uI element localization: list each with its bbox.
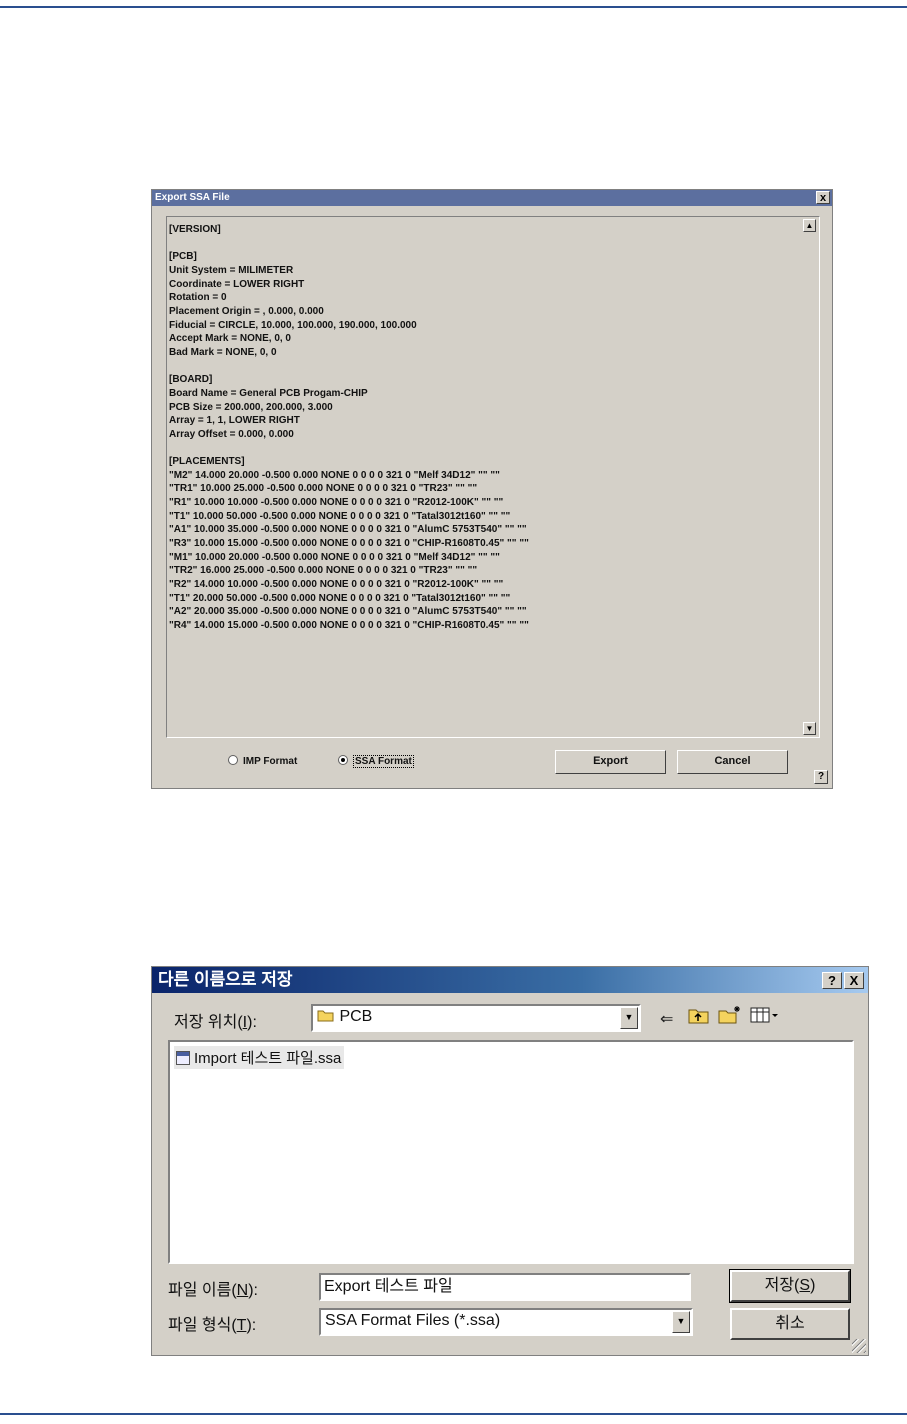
help-button[interactable]: ? [822, 972, 842, 989]
dialog-title: Export SSA File [155, 192, 230, 203]
dialog-title-bar: 다른 이름으로 저장 ? X [152, 967, 868, 993]
export-ssa-dialog: Export SSA File x [VERSION] [PCB] Unit S… [151, 189, 833, 789]
view-menu-icon[interactable] [750, 1005, 780, 1030]
back-arrow-icon[interactable]: ⇐ [660, 1009, 673, 1029]
imp-format-radio[interactable]: IMP Format [228, 755, 297, 767]
ssa-format-radio[interactable]: SSA Format [338, 755, 414, 768]
vertical-scrollbar[interactable]: ▲ ▼ [803, 219, 817, 735]
chevron-down-icon[interactable]: ▼ [620, 1007, 638, 1029]
file-list[interactable]: Import 테스트 파일.ssa [168, 1040, 854, 1264]
close-button[interactable]: X [844, 972, 864, 989]
header-rule [0, 6, 907, 8]
footer-rule [0, 1413, 907, 1415]
filetype-select[interactable]: SSA Format Files (*.ssa) ▼ [319, 1308, 693, 1336]
ssa-preview-textarea[interactable]: [VERSION] [PCB] Unit System = MILIMETER … [166, 216, 820, 738]
up-folder-icon[interactable] [688, 1005, 710, 1030]
file-item[interactable]: Import 테스트 파일.ssa [174, 1046, 345, 1069]
cancel-button[interactable]: Cancel [677, 750, 788, 774]
chevron-down-icon[interactable]: ▼ [672, 1311, 690, 1333]
close-button[interactable]: x [816, 191, 830, 204]
radio-circle-icon [228, 755, 238, 765]
dialog-title: 다른 이름으로 저장 [158, 970, 293, 989]
ssa-file-content: [VERSION] [PCB] Unit System = MILIMETER … [169, 224, 529, 632]
save-as-dialog: 다른 이름으로 저장 ? X 저장 위치(I): PCB ▼ ⇐ Import … [151, 966, 869, 1356]
save-button[interactable]: 저장(S) [729, 1269, 851, 1303]
scroll-up-button[interactable]: ▲ [803, 219, 816, 232]
save-location-select[interactable]: PCB ▼ [311, 1004, 641, 1032]
location-value: PCB [317, 1008, 372, 1026]
file-name: Import 테스트 파일.ssa [194, 1050, 342, 1067]
folder-icon [317, 1010, 334, 1022]
dialog-title-bar: Export SSA File x [152, 190, 832, 206]
cancel-button[interactable]: 취소 [730, 1308, 850, 1340]
ssa-file-icon [176, 1051, 190, 1065]
filetype-label: 파일 형식(T): [168, 1317, 257, 1334]
resize-grip-icon[interactable] [852, 1339, 866, 1353]
export-button[interactable]: Export [555, 750, 666, 774]
new-folder-icon[interactable] [718, 1005, 742, 1030]
scroll-down-button[interactable]: ▼ [803, 722, 816, 735]
save-location-label: 저장 위치(I): [174, 1014, 257, 1031]
filename-label: 파일 이름(N): [168, 1282, 258, 1299]
imp-format-label: IMP Format [243, 756, 298, 767]
help-button[interactable]: ? [814, 770, 828, 784]
ssa-format-label: SSA Format [353, 755, 414, 768]
radio-selected-icon [338, 755, 348, 765]
filetype-value: SSA Format Files (*.ssa) [325, 1312, 501, 1329]
filename-input[interactable]: Export 테스트 파일 [319, 1273, 691, 1301]
